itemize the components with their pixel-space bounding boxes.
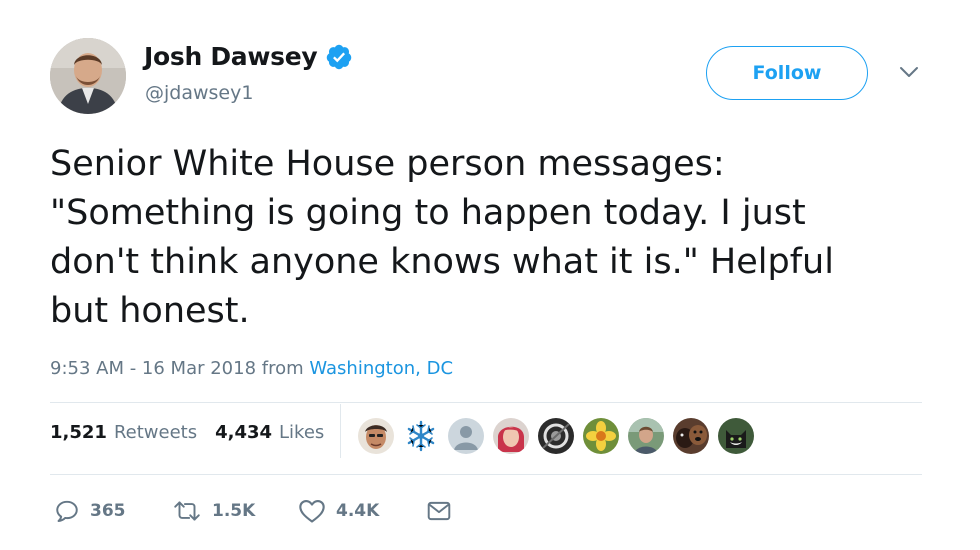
like-button[interactable]: 4.4K	[298, 498, 426, 524]
retweet-icon	[174, 501, 200, 521]
divider	[50, 474, 922, 475]
retweets-label: Retweets	[113, 422, 198, 443]
liker-avatar[interactable]	[403, 418, 439, 454]
tweet-text-line: but honest.	[50, 291, 250, 331]
likes-count: 4,434	[215, 422, 273, 443]
tweet-actions: 365 1.5K 4.4K	[54, 498, 452, 524]
liker-avatar[interactable]	[673, 418, 709, 454]
direct-message-button[interactable]	[426, 499, 452, 523]
liker-avatar[interactable]	[628, 418, 664, 454]
retweet-button[interactable]: 1.5K	[172, 498, 298, 524]
author-handle[interactable]: @jdawsey1	[145, 82, 253, 104]
divider	[50, 402, 922, 403]
stats-divider	[340, 404, 341, 458]
tweet-stats: 1,521 Retweets 4,434 Likes	[50, 422, 342, 443]
like-count: 4.4K	[336, 501, 380, 521]
likes-label: Likes	[279, 422, 325, 443]
likes-stat[interactable]: 4,434 Likes	[215, 422, 324, 443]
liker-avatar[interactable]	[493, 418, 529, 454]
reply-count: 365	[90, 501, 126, 521]
liker-avatar[interactable]	[718, 418, 754, 454]
retweets-count: 1,521	[50, 422, 107, 443]
liker-avatar[interactable]	[358, 418, 394, 454]
tweet-text-line: don't think anyone knows what it is." He…	[50, 242, 834, 282]
retweets-stat[interactable]: 1,521 Retweets	[50, 422, 197, 443]
tweet-text-line: Senior White House person messages:	[50, 144, 725, 184]
follow-button[interactable]: Follow	[706, 46, 868, 100]
tweet-text: Senior White House person messages: "Som…	[50, 140, 930, 336]
envelope-icon	[427, 501, 451, 521]
reply-button[interactable]: 365	[54, 498, 172, 524]
retweet-count: 1.5K	[212, 501, 256, 521]
heart-icon	[299, 500, 325, 523]
tweet-text-line: "Something is going to happen today. I j…	[50, 193, 806, 233]
tweet-timestamp[interactable]: 9:53 AM - 16 Mar 2018 from	[50, 358, 309, 379]
liker-avatar[interactable]	[448, 418, 484, 454]
tweet-location-link[interactable]: Washington, DC	[309, 358, 453, 379]
chevron-down-icon[interactable]	[898, 64, 920, 80]
verified-badge-icon	[327, 44, 352, 69]
author-name[interactable]: Josh Dawsey	[144, 42, 318, 71]
liker-avatar[interactable]	[583, 418, 619, 454]
reply-icon	[56, 500, 78, 522]
liked-by-avatars	[358, 418, 763, 454]
author-name-row[interactable]: Josh Dawsey	[144, 42, 353, 71]
liker-avatar[interactable]	[538, 418, 574, 454]
author-avatar[interactable]	[50, 38, 126, 114]
tweet-metadata: 9:53 AM - 16 Mar 2018 from Washington, D…	[50, 358, 453, 379]
